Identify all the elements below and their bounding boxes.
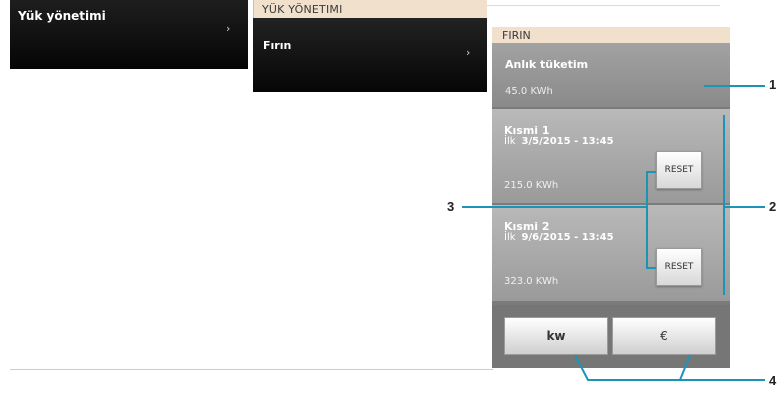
first-label: İlk	[504, 136, 516, 147]
callout-number-3: 3	[447, 199, 455, 214]
chevron-right-icon[interactable]: ›	[226, 22, 230, 35]
callout-number-1: 1	[769, 77, 777, 92]
callout-line-2-bracket	[723, 115, 725, 295]
partial-1-panel: Kısmi 1 İlk 3/5/2015 - 13:45 215.0 KWh RE…	[492, 109, 730, 203]
callout-number-4: 4	[769, 373, 777, 388]
divider-line	[487, 5, 720, 6]
menu-panel-load-management: Yük yönetimi ›	[10, 0, 248, 69]
instant-consumption-label: Anlık tüketim	[505, 58, 589, 71]
partial-2-date: 9/6/2015 - 13:45	[521, 232, 614, 243]
partial-2-value: 323.0 KWh	[504, 276, 559, 287]
partial-2-panel: Kısmi 2 İlk 9/6/2015 - 13:45 323.0 KWh RE…	[492, 205, 730, 301]
partial-1-reset-button[interactable]: RESET	[656, 151, 702, 189]
partial-1-date: 3/5/2015 - 13:45	[521, 136, 614, 147]
partial-1-value: 215.0 KWh	[504, 180, 559, 191]
callout-line-1	[704, 85, 765, 87]
partial-2-reset-button[interactable]: RESET	[656, 248, 702, 286]
callout-line-2	[723, 206, 765, 208]
menu-item-oven[interactable]: Fırın	[263, 39, 291, 52]
callout-line-3-bracket	[646, 171, 648, 269]
panel-header-load-management: YÜK YÖNETIMI	[253, 0, 487, 18]
callout-line-3-top	[646, 171, 656, 173]
partial-2-first: İlk 9/6/2015 - 13:45	[504, 232, 614, 243]
callout-line-4	[574, 354, 765, 381]
first-label: İlk	[504, 232, 516, 243]
menu-panel-oven: Fırın ›	[253, 18, 487, 92]
callout-line-3-bottom	[646, 267, 656, 269]
oven-title: FIRIN	[502, 29, 531, 42]
instant-consumption-panel: Anlık tüketim 45.0 KWh	[492, 43, 730, 107]
divider-line	[10, 369, 493, 370]
instant-consumption-value: 45.0 KWh	[505, 86, 553, 97]
oven-screen: FIRIN Anlık tüketim 45.0 KWh Kısmi 1 İlk…	[492, 27, 730, 368]
oven-header: FIRIN	[492, 27, 730, 43]
chevron-right-icon[interactable]: ›	[466, 46, 470, 59]
callout-number-2: 2	[769, 199, 777, 214]
menu-item-load-management[interactable]: Yük yönetimi	[18, 9, 106, 23]
panel-header-title: YÜK YÖNETIMI	[262, 3, 343, 16]
partial-1-first: İlk 3/5/2015 - 13:45	[504, 136, 614, 147]
callout-line-3	[462, 206, 648, 208]
